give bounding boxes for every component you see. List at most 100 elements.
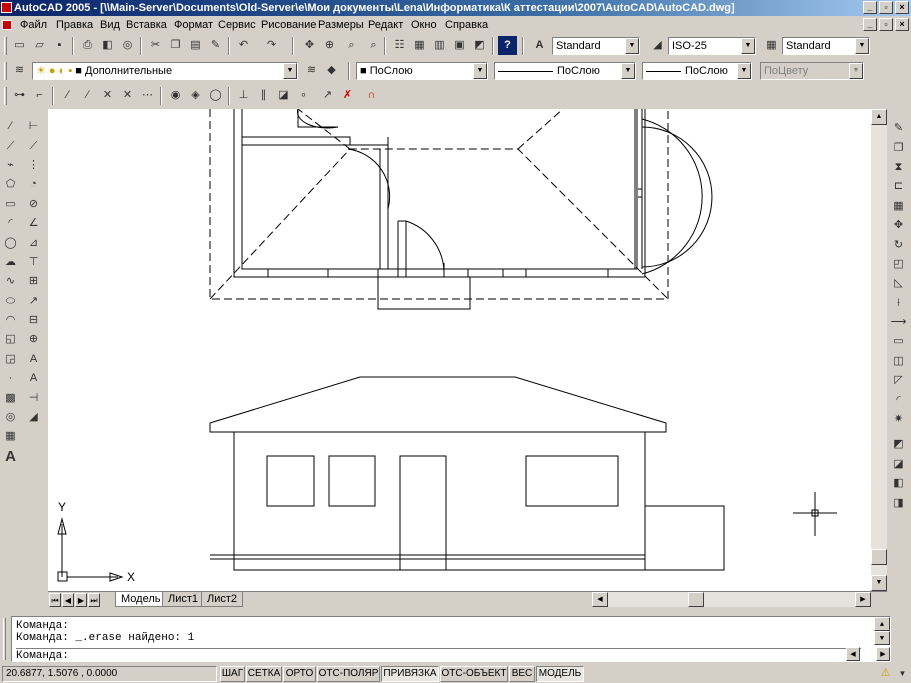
make-block-icon[interactable]: ◲ bbox=[1, 350, 20, 369]
extend-icon[interactable]: ⟶ bbox=[889, 313, 908, 332]
snap-apparent-intersection-icon[interactable]: ✕ bbox=[118, 86, 137, 105]
break-at-point-icon[interactable]: ▭ bbox=[889, 332, 908, 351]
undo-icon[interactable]: ↶ bbox=[234, 36, 253, 55]
command-prompt[interactable]: Команда: bbox=[16, 648, 861, 662]
layer-manager-icon[interactable]: ≋ bbox=[10, 61, 29, 80]
dim-baseline-icon[interactable]: ⊤ bbox=[24, 253, 43, 272]
zoom-previous-icon[interactable]: ⌕ bbox=[364, 36, 383, 55]
menu-edit[interactable]: Правка bbox=[54, 16, 95, 34]
plot-preview-icon[interactable]: ◧ bbox=[98, 36, 117, 55]
snap-center-icon[interactable]: ◉ bbox=[166, 86, 185, 105]
move-icon[interactable]: ✥ bbox=[889, 216, 908, 235]
status-menu-arrow-icon[interactable]: ▼ bbox=[893, 664, 911, 683]
publish-icon[interactable]: ◎ bbox=[118, 36, 137, 55]
snap-quadrant-icon[interactable]: ◈ bbox=[186, 86, 205, 105]
spline-icon[interactable]: ∿ bbox=[1, 272, 20, 291]
otrack-toggle[interactable]: ОТС-ОБЪЕКТ bbox=[440, 666, 508, 682]
doc-restore-button[interactable]: ▫ bbox=[879, 18, 893, 31]
snap-none-icon[interactable]: ✗ bbox=[338, 86, 357, 105]
menu-insert[interactable]: Вставка bbox=[124, 16, 169, 34]
layer-previous-icon[interactable]: ◆ bbox=[322, 61, 341, 80]
tool-palettes-icon[interactable]: ▥ bbox=[430, 36, 449, 55]
menu-dimension[interactable]: Размеры bbox=[316, 16, 366, 34]
explode-icon[interactable]: ✷ bbox=[889, 410, 908, 429]
save-icon[interactable]: ▪ bbox=[50, 36, 69, 55]
scroll-right-button[interactable]: ▶ bbox=[855, 592, 871, 607]
snap-endpoint-icon[interactable]: ∕ bbox=[58, 86, 77, 105]
properties-icon[interactable]: ☷ bbox=[390, 36, 409, 55]
tab-model[interactable]: Модель bbox=[115, 592, 167, 607]
table-icon[interactable]: ▦ bbox=[1, 427, 20, 446]
minimize-button[interactable]: _ bbox=[863, 1, 877, 14]
command-window[interactable]: Команда: Команда: _.erase найдено: 1 Ком… bbox=[11, 616, 891, 662]
snap-nearest-icon[interactable]: ↗ bbox=[318, 86, 337, 105]
snap-extension-icon[interactable]: ⋯ bbox=[138, 86, 157, 105]
redo-icon[interactable]: ↷ bbox=[262, 36, 281, 55]
temp-track-icon[interactable]: ⊶ bbox=[10, 86, 29, 105]
construction-line-icon[interactable]: ⟋ bbox=[1, 136, 20, 155]
first-tab-button[interactable]: ⏮ bbox=[49, 593, 61, 607]
snap-intersection-icon[interactable]: ✕ bbox=[98, 86, 117, 105]
menu-tools[interactable]: Сервис bbox=[216, 16, 258, 34]
quick-dim-icon[interactable]: ⊿ bbox=[24, 233, 43, 252]
tolerance-icon[interactable]: ⊟ bbox=[24, 311, 43, 330]
snap-perpendicular-icon[interactable]: ⊥ bbox=[234, 86, 253, 105]
ellipse-icon[interactable]: ⬭ bbox=[1, 292, 20, 311]
ortho-toggle[interactable]: ОРТО bbox=[283, 666, 316, 682]
linetype-select[interactable]: ПоСлою ▼ bbox=[494, 62, 636, 80]
grid-toggle[interactable]: СЕТКА bbox=[246, 666, 282, 682]
snap-parallel-icon[interactable]: ∥ bbox=[254, 86, 273, 105]
command-grip[interactable] bbox=[3, 618, 6, 660]
color-select[interactable]: ■ ПоСлою ▼ bbox=[356, 62, 488, 80]
match-properties-icon[interactable]: ✎ bbox=[206, 36, 225, 55]
menu-file[interactable]: Файл bbox=[18, 16, 49, 34]
paste-icon[interactable]: ▤ bbox=[186, 36, 205, 55]
lineweight-select[interactable]: ПоСлою ▼ bbox=[642, 62, 752, 80]
hscroll-thumb[interactable] bbox=[688, 592, 704, 607]
stretch-icon[interactable]: ◺ bbox=[889, 274, 908, 293]
dim-linear-icon[interactable]: ⊢ bbox=[24, 117, 43, 136]
scroll-up-button[interactable]: ▲ bbox=[871, 109, 887, 125]
snap-insert-icon[interactable]: ◪ bbox=[274, 86, 293, 105]
menu-view[interactable]: Вид bbox=[98, 16, 122, 34]
zoom-window-icon[interactable]: ⌕ bbox=[342, 36, 361, 55]
fillet-icon[interactable]: ◜ bbox=[889, 390, 908, 409]
rotate-icon[interactable]: ↻ bbox=[889, 235, 908, 254]
dim-angular-icon[interactable]: ∠ bbox=[24, 214, 43, 233]
snap-midpoint-icon[interactable]: ∕ bbox=[78, 86, 97, 105]
dim-style-select[interactable]: ISO-25 ▼ bbox=[668, 37, 756, 55]
tab-layout1[interactable]: Лист1 bbox=[162, 592, 205, 607]
prev-tab-button[interactable]: ◀ bbox=[62, 593, 74, 607]
zoom-realtime-icon[interactable]: ⊕ bbox=[320, 36, 339, 55]
plot-icon[interactable]: ⎙ bbox=[78, 36, 97, 55]
tab-layout2[interactable]: Лист2 bbox=[201, 592, 244, 607]
menu-format[interactable]: Формат bbox=[172, 16, 215, 34]
scale-icon[interactable]: ◰ bbox=[889, 255, 908, 274]
command-scroll-down-button[interactable]: ▼ bbox=[874, 631, 890, 645]
autocad-app-icon[interactable] bbox=[1, 2, 12, 13]
text-style-select[interactable]: Standard ▼ bbox=[552, 37, 640, 55]
command-hscroll-right-button[interactable]: ▶ bbox=[876, 647, 890, 661]
table-style-select[interactable]: Standard ▼ bbox=[782, 37, 870, 55]
scroll-left-button[interactable]: ◀ bbox=[592, 592, 608, 607]
osnap-settings-icon[interactable]: ∩ bbox=[362, 86, 381, 105]
ellipse-arc-icon[interactable]: ◠ bbox=[1, 311, 20, 330]
dim-continue-icon[interactable]: ⊞ bbox=[24, 272, 43, 291]
draworder-above-icon[interactable]: ◧ bbox=[889, 474, 908, 493]
lineweight-toggle[interactable]: ВЕС bbox=[509, 666, 535, 682]
multiline-text-icon[interactable]: A bbox=[1, 447, 20, 466]
last-tab-button[interactable]: ⏭ bbox=[88, 593, 100, 607]
drawing-canvas[interactable]: Y X bbox=[48, 108, 871, 591]
scroll-thumb[interactable] bbox=[871, 549, 887, 565]
copy-object-icon[interactable]: ❐ bbox=[889, 138, 908, 157]
pan-icon[interactable]: ✥ bbox=[300, 36, 319, 55]
menu-help[interactable]: Справка bbox=[443, 16, 490, 34]
break-icon[interactable]: ◫ bbox=[889, 352, 908, 371]
revision-cloud-icon[interactable]: ☁ bbox=[1, 253, 20, 272]
scroll-down-button[interactable]: ▼ bbox=[871, 575, 887, 591]
draworder-front-icon[interactable]: ◩ bbox=[889, 435, 908, 454]
dim-style-manager-icon[interactable]: ◢ bbox=[24, 408, 43, 427]
command-hscroll-left-button[interactable]: ◀ bbox=[846, 647, 860, 661]
dim-ordinate-icon[interactable]: ⋮ bbox=[24, 156, 43, 175]
erase-icon[interactable]: ✎ bbox=[889, 119, 908, 138]
